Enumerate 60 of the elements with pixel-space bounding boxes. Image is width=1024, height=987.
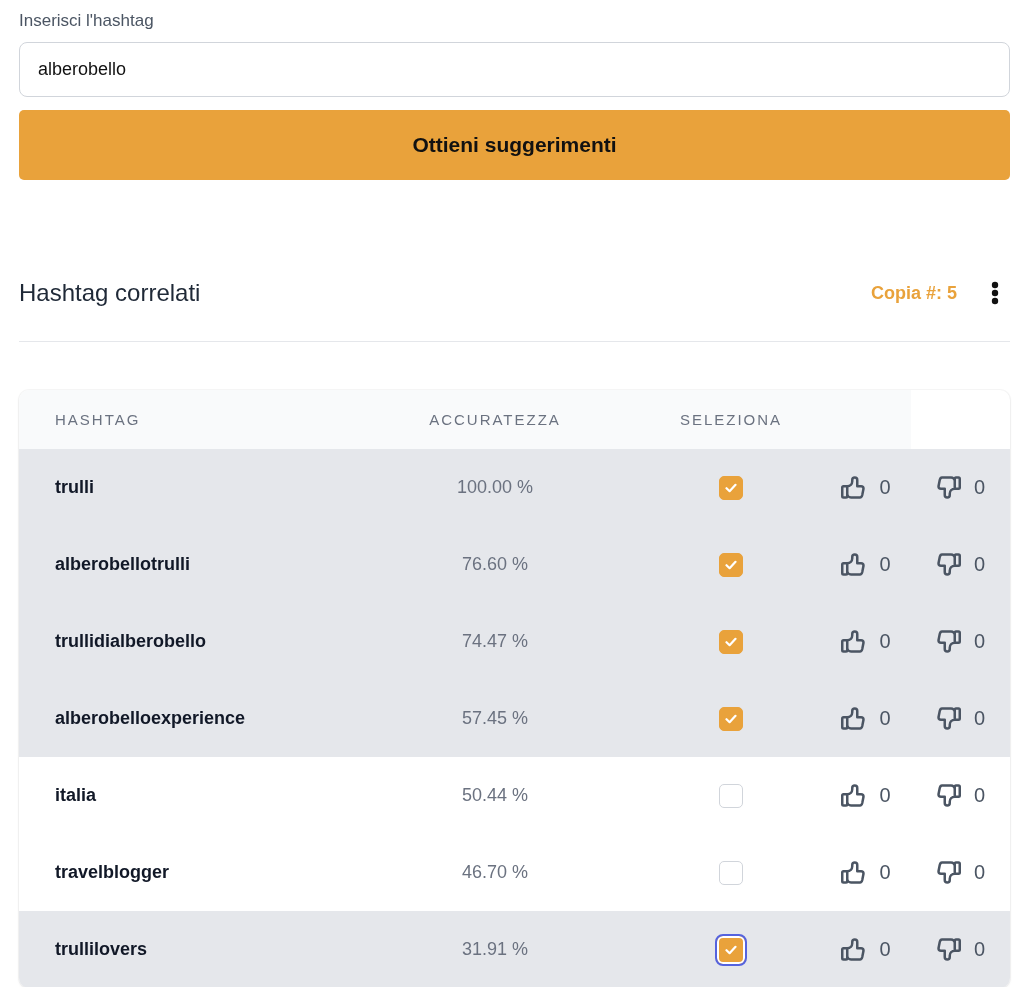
- column-header: HASHTAG: [55, 411, 141, 428]
- section-title: Hashtag correlati: [19, 279, 201, 307]
- thumbs-down-icon: [935, 706, 961, 731]
- accuracy-cell: 31.91 %: [461, 939, 529, 960]
- check-icon: [725, 482, 737, 493]
- thumbs-up-icon: [841, 629, 867, 654]
- accuracy-cell: 76.60 %: [461, 554, 529, 575]
- thumbs-down-icon: [935, 552, 961, 577]
- like-button[interactable]: 0: [841, 706, 891, 731]
- field-label: Inserisci l'hashtag: [19, 10, 154, 32]
- dislike-button[interactable]: 0: [935, 783, 986, 808]
- accuracy-cell: 57.45 %: [461, 708, 529, 729]
- thumbs-up-icon: [841, 937, 867, 962]
- like-button[interactable]: 0: [841, 552, 891, 577]
- hashtag-cell: travelblogger: [55, 862, 170, 883]
- column-header: SELEZIONA: [679, 411, 783, 428]
- accuracy-cell: 100.00 %: [456, 477, 534, 498]
- check-icon: [725, 559, 737, 570]
- dislike-button[interactable]: 0: [935, 475, 986, 500]
- checkbox[interactable]: [719, 706, 743, 731]
- accuracy-cell: 50.44 %: [461, 785, 529, 806]
- hashtag-cell: alberobellotrulli: [55, 554, 191, 575]
- hashtag-cell: alberobelloexperience: [55, 708, 246, 729]
- thumbs-up-icon: [841, 475, 867, 500]
- column-header: ACCURATEZZA: [429, 411, 561, 428]
- hashtag-input[interactable]: alberobello: [19, 42, 1010, 97]
- checkbox[interactable]: [719, 552, 743, 577]
- thumbs-up-icon: [841, 783, 867, 808]
- like-button[interactable]: 0: [841, 937, 891, 962]
- dislike-button[interactable]: 0: [935, 629, 986, 654]
- vertical-dots-icon[interactable]: [991, 281, 999, 305]
- like-button[interactable]: 0: [841, 475, 891, 500]
- check-icon: [725, 944, 737, 955]
- thumbs-up-icon: [841, 706, 867, 731]
- hashtag-cell: trulli: [55, 477, 94, 498]
- thumbs-down-icon: [935, 937, 961, 962]
- hashtag-cell: trullilovers: [55, 939, 148, 960]
- check-icon: [725, 713, 737, 724]
- like-button[interactable]: 0: [841, 860, 891, 885]
- thumbs-down-icon: [935, 860, 961, 885]
- checkbox[interactable]: [719, 629, 743, 654]
- like-button[interactable]: 0: [841, 783, 891, 808]
- hashtag-cell: italia: [55, 785, 97, 806]
- hashtag-cell: trullidialberobello: [55, 631, 206, 652]
- dislike-button[interactable]: 0: [935, 706, 986, 731]
- check-icon: [725, 636, 737, 647]
- thumbs-down-icon: [935, 629, 961, 654]
- checkbox[interactable]: [719, 475, 743, 500]
- checkbox[interactable]: [715, 933, 747, 966]
- accuracy-cell: 46.70 %: [461, 862, 529, 883]
- dislike-button[interactable]: 0: [935, 552, 986, 577]
- get-suggestions-button[interactable]: Ottieni suggerimenti: [19, 110, 1010, 180]
- thumbs-up-icon: [841, 552, 867, 577]
- dislike-button[interactable]: 0: [935, 860, 986, 885]
- like-button[interactable]: 0: [841, 629, 891, 654]
- thumbs-down-icon: [935, 475, 961, 500]
- thumbs-up-icon: [841, 860, 867, 885]
- accuracy-cell: 74.47 %: [461, 631, 529, 652]
- dislike-button[interactable]: 0: [935, 937, 986, 962]
- thumbs-down-icon: [935, 783, 961, 808]
